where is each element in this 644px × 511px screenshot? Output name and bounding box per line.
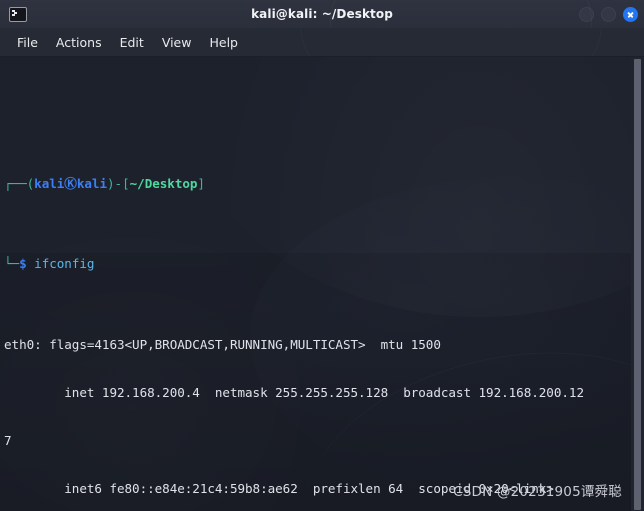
menu-item-help[interactable]: Help (200, 32, 247, 53)
menu-item-actions[interactable]: Actions (47, 32, 111, 53)
output-line: 7 (4, 433, 12, 449)
prompt-open-bracket: [ (122, 175, 130, 191)
window-title: kali@kali: ~/Desktop (251, 7, 393, 21)
menu-item-file[interactable]: File (8, 32, 47, 53)
prompt-close-paren: ) (106, 175, 115, 191)
menu-bar: File Actions Edit View Help (0, 29, 644, 57)
prompt-dollar: $ (19, 256, 27, 272)
minimize-button[interactable] (579, 6, 594, 22)
terminal-icon (9, 6, 27, 22)
output-line: inet 192.168.200.4 netmask 255.255.255.1… (4, 384, 584, 400)
terminal-output: ┌──(kaliⓀkali)-[~/Desktop] └─$ ifconfig … (0, 57, 644, 511)
menu-item-edit[interactable]: Edit (111, 32, 153, 53)
prompt-frame-bottom: └─ (4, 256, 20, 272)
prompt-dash: - (114, 175, 123, 191)
prompt-line-top: ┌──(kaliⓀkali)-[~/Desktop] (4, 176, 644, 192)
maximize-button[interactable] (601, 6, 616, 22)
command-line: └─$ ifconfig (4, 256, 644, 272)
terminal-scrollbar[interactable] (631, 57, 644, 511)
prompt-frame-top: ┌── (4, 175, 27, 191)
menu-item-view[interactable]: View (153, 32, 201, 53)
prompt-host: kali (76, 175, 107, 191)
kali-dragon-icon: Ⓚ (64, 175, 77, 191)
prompt-close-bracket: ] (197, 175, 205, 191)
title-bar: kali@kali: ~/Desktop (0, 0, 644, 29)
close-button[interactable] (623, 6, 638, 22)
terminal-body[interactable]: ┌──(kaliⓀkali)-[~/Desktop] └─$ ifconfig … (0, 57, 644, 511)
output-line: eth0: flags=4163<UP,BROADCAST,RUNNING,MU… (4, 336, 441, 352)
window-controls (579, 0, 638, 28)
prompt-path: ~/Desktop (129, 175, 198, 191)
typed-command: ifconfig (34, 256, 95, 272)
terminal-window: kali@kali: ~/Desktop File Actions Edit V… (0, 0, 644, 511)
scrollbar-thumb[interactable] (634, 59, 641, 510)
watermark-text: CSDN @20231905谭舜聪 (453, 484, 622, 500)
prompt-user: kali (34, 175, 65, 191)
